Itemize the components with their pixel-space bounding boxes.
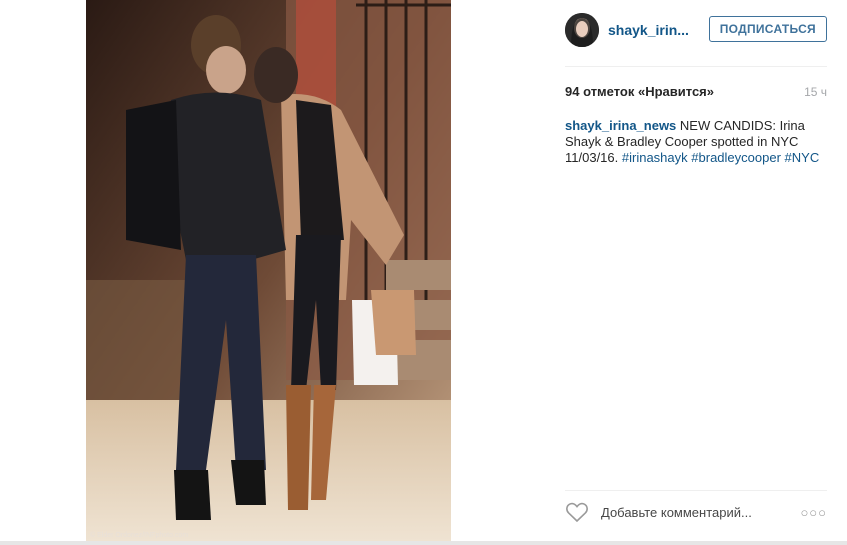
more-options-icon[interactable]: ○○○ bbox=[800, 505, 827, 520]
header-divider bbox=[565, 66, 827, 67]
likes-count[interactable]: 94 отметок «Нравится» bbox=[565, 84, 714, 99]
post-header: shayk_irin... ПОДПИСАТЬСЯ bbox=[565, 12, 827, 48]
comment-input[interactable] bbox=[599, 503, 783, 521]
photo-credit: © Elder Ordonez/INFphoto.com bbox=[90, 532, 189, 539]
post-caption: shayk_irina_news NEW CANDIDS: Irina Shay… bbox=[565, 118, 827, 166]
follow-button[interactable]: ПОДПИСАТЬСЯ bbox=[708, 16, 827, 42]
post-time[interactable]: 15 ч bbox=[804, 85, 827, 99]
comment-divider bbox=[565, 490, 827, 491]
post-photo[interactable]: © Elder Ordonez/INFphoto.com bbox=[86, 0, 451, 541]
hashtag[interactable]: #NYC bbox=[785, 150, 820, 165]
avatar[interactable] bbox=[565, 13, 599, 47]
bottom-scroll-edge bbox=[0, 541, 847, 545]
hashtag[interactable]: #bradleycooper bbox=[691, 150, 781, 165]
avatar-image bbox=[565, 13, 599, 47]
post-username[interactable]: shayk_irin... bbox=[608, 22, 689, 38]
comment-bar: ○○○ bbox=[565, 498, 827, 526]
photo-illustration bbox=[86, 0, 451, 541]
hashtag[interactable]: #irinashayk bbox=[622, 150, 688, 165]
caption-username[interactable]: shayk_irina_news bbox=[565, 118, 676, 133]
heart-icon[interactable] bbox=[565, 501, 589, 523]
